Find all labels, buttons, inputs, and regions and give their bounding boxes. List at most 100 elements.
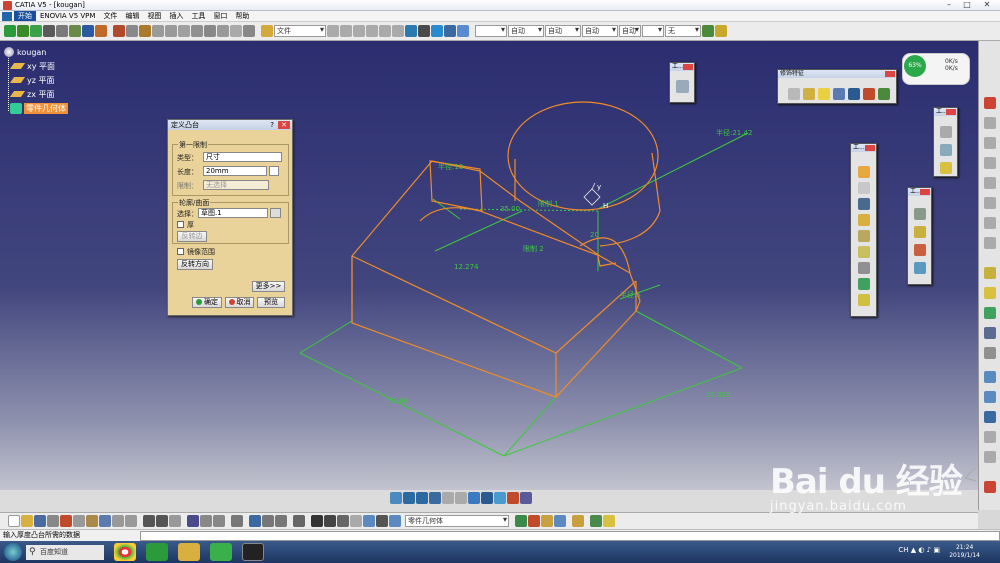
remove-icon[interactable] — [541, 515, 553, 527]
iso-view-icon[interactable] — [481, 492, 493, 504]
right-tool-10-icon[interactable] — [984, 287, 996, 299]
menu-file[interactable]: 文件 — [99, 11, 121, 21]
fly-mode-icon[interactable] — [390, 492, 402, 504]
layer-combo[interactable]: 自动 — [619, 25, 641, 37]
formula-icon[interactable] — [204, 25, 216, 37]
taskbar-search[interactable]: 百度知道 — [26, 544, 104, 560]
mirror-checkbox[interactable] — [177, 248, 184, 255]
undo-icon[interactable] — [152, 25, 164, 37]
dimension-icon[interactable] — [249, 515, 261, 527]
line-combo-2[interactable]: 自动 — [545, 25, 581, 37]
ref-up-icon[interactable] — [353, 25, 365, 37]
minimize-button[interactable]: – — [940, 0, 958, 10]
cut-icon[interactable] — [60, 515, 72, 527]
line-combo-1[interactable]: 自动 — [508, 25, 544, 37]
add-icon[interactable] — [528, 515, 540, 527]
thread-icon[interactable] — [863, 88, 875, 100]
cut-icon[interactable] — [113, 25, 125, 37]
plane-tools-icon[interactable] — [431, 25, 443, 37]
ref-icon-6[interactable] — [392, 25, 404, 37]
close-icon[interactable] — [865, 145, 875, 151]
shading-icon[interactable] — [494, 492, 506, 504]
right-tool-2-icon[interactable] — [984, 117, 996, 129]
measure-icon[interactable] — [43, 25, 55, 37]
right-tool-9-icon[interactable] — [984, 267, 996, 279]
dialog-help-button[interactable]: ? — [270, 120, 274, 130]
sketch-button[interactable] — [270, 208, 281, 218]
clock[interactable]: 21:24 2019/1/14 — [949, 544, 980, 560]
chamfer-icon[interactable] — [803, 88, 815, 100]
copy-icon[interactable] — [126, 25, 138, 37]
properties-icon[interactable] — [715, 25, 727, 37]
paint-icon[interactable] — [702, 25, 714, 37]
right-tool-5-icon[interactable] — [984, 177, 996, 189]
right-tool-6-icon[interactable] — [984, 197, 996, 209]
dialog-titlebar[interactable]: 定义凸台 ? ✕ — [168, 120, 292, 130]
shaft-icon[interactable] — [858, 198, 870, 210]
right-tool-8-icon[interactable] — [984, 237, 996, 249]
hide-show-icon[interactable] — [507, 492, 519, 504]
cylinder-icon[interactable] — [363, 515, 375, 527]
sketch-features-title[interactable]: 工... — [851, 144, 876, 152]
loft-icon[interactable] — [858, 294, 870, 306]
pattern-icon[interactable] — [914, 262, 926, 274]
intersect-icon[interactable] — [554, 515, 566, 527]
redo-icon[interactable] — [112, 515, 124, 527]
open-icon[interactable] — [21, 515, 33, 527]
browser-icon[interactable] — [146, 543, 168, 561]
groove-icon[interactable] — [858, 214, 870, 226]
menu-help[interactable]: 帮助 — [231, 11, 253, 21]
ref-point-icon[interactable] — [940, 126, 952, 138]
tree-root[interactable]: kougan — [4, 45, 68, 59]
close-icon[interactable] — [885, 71, 895, 77]
layer-combo-2[interactable] — [642, 25, 664, 37]
rotate-view-icon[interactable] — [429, 492, 441, 504]
hand-icon[interactable] — [56, 25, 68, 37]
sketch-icon[interactable] — [676, 80, 689, 93]
snap-icon[interactable] — [69, 25, 81, 37]
right-tool-11-icon[interactable] — [984, 307, 996, 319]
new-icon[interactable] — [8, 515, 20, 527]
dress-up-title[interactable]: 修饰特征 — [778, 70, 896, 78]
parameter-icon[interactable] — [217, 25, 229, 37]
project-icon[interactable] — [275, 515, 287, 527]
preview-button[interactable]: 预览 — [257, 297, 285, 308]
start-button[interactable] — [4, 543, 22, 561]
display-icon[interactable] — [457, 25, 469, 37]
right-tool-12-icon[interactable] — [984, 327, 996, 339]
stiffener-icon[interactable] — [858, 278, 870, 290]
tree-item-zx[interactable]: zx 平面 — [4, 87, 68, 101]
right-tool-13-icon[interactable] — [984, 347, 996, 359]
translate-icon[interactable] — [914, 208, 926, 220]
normal-view-icon[interactable] — [468, 492, 480, 504]
spreadsheet-icon[interactable] — [376, 515, 388, 527]
thick-checkbox[interactable] — [177, 221, 184, 228]
cancel-button[interactable]: 取消 — [225, 297, 254, 308]
reference-toolbar-title[interactable]: 工... — [934, 108, 957, 116]
paste-icon[interactable] — [139, 25, 151, 37]
knowledge-adviser-icon[interactable] — [169, 515, 181, 527]
menu-start[interactable]: 开始 — [14, 11, 36, 21]
explorer-icon[interactable] — [178, 543, 200, 561]
transformation-title[interactable]: 工... — [908, 188, 931, 196]
right-tool-14-icon[interactable] — [984, 371, 996, 383]
rib-icon[interactable] — [858, 246, 870, 258]
menu-view[interactable]: 视图 — [143, 11, 165, 21]
hole-icon[interactable] — [858, 230, 870, 242]
analysis-tools-icon[interactable] — [418, 25, 430, 37]
publication-icon[interactable] — [213, 515, 225, 527]
right-tool-17-icon[interactable] — [984, 431, 996, 443]
tree-item-xy[interactable]: xy 平面 — [4, 59, 68, 73]
spiral-icon[interactable] — [311, 515, 323, 527]
update-icon[interactable] — [178, 25, 190, 37]
mirror-icon[interactable] — [914, 244, 926, 256]
right-tool-3-icon[interactable] — [984, 137, 996, 149]
dialog-close-button[interactable]: ✕ — [278, 121, 290, 129]
color-combo[interactable] — [475, 25, 507, 37]
workbench-icon[interactable] — [405, 25, 417, 37]
length-spinner[interactable] — [269, 166, 279, 176]
design-table-icon[interactable] — [230, 25, 242, 37]
close-icon[interactable] — [946, 109, 956, 115]
rotate-icon[interactable] — [914, 226, 926, 238]
copy-icon[interactable] — [73, 515, 85, 527]
